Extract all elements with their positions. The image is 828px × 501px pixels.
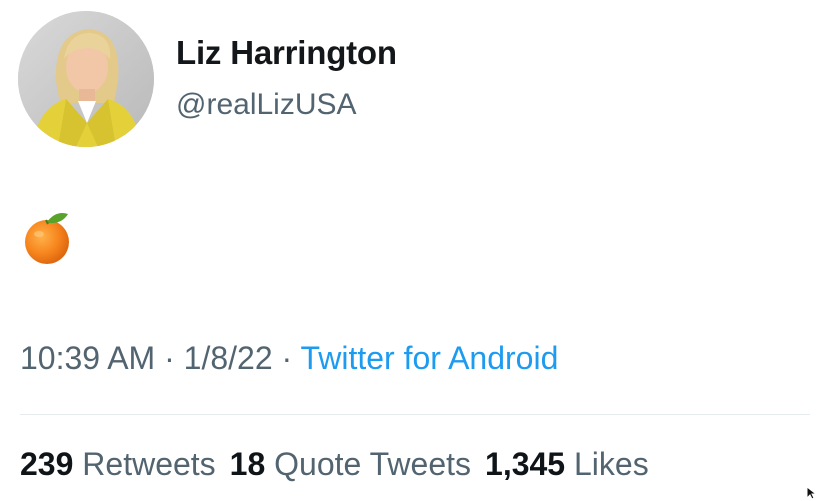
tangerine-emoji-icon [25, 213, 69, 264]
quote-tweets-stat[interactable]: 18 Quote Tweets [230, 446, 471, 482]
likes-count: 1,345 [485, 446, 566, 482]
tweet-content [22, 208, 74, 266]
tweet-time[interactable]: 10:39 AM [20, 340, 155, 376]
tweet-timestamp-line: 10:39 AM · 1/8/22 · Twitter for Android [20, 340, 558, 377]
meta-separator: · [164, 340, 175, 376]
tweet-date[interactable]: 1/8/22 [184, 340, 273, 376]
mouse-cursor-icon [806, 485, 818, 501]
avatar[interactable] [18, 11, 154, 147]
profile-photo [18, 11, 154, 147]
meta-separator: · [281, 340, 293, 376]
likes-stat[interactable]: 1,345 Likes [485, 446, 649, 482]
author-handle[interactable]: @realLizUSA [176, 88, 357, 122]
engagement-stats: 239 Retweets 18 Quote Tweets 1,345 Likes [20, 446, 663, 483]
retweets-label: Retweets [82, 446, 216, 482]
quote-tweets-label: Quote Tweets [274, 446, 472, 482]
tweet-source-link[interactable]: Twitter for Android [300, 340, 558, 376]
retweets-stat[interactable]: 239 Retweets [20, 446, 216, 482]
likes-label: Likes [573, 446, 649, 482]
retweets-count: 239 [20, 446, 74, 482]
divider [20, 414, 810, 415]
quote-tweets-count: 18 [229, 446, 266, 482]
author-display-name[interactable]: Liz Harrington [176, 34, 397, 72]
